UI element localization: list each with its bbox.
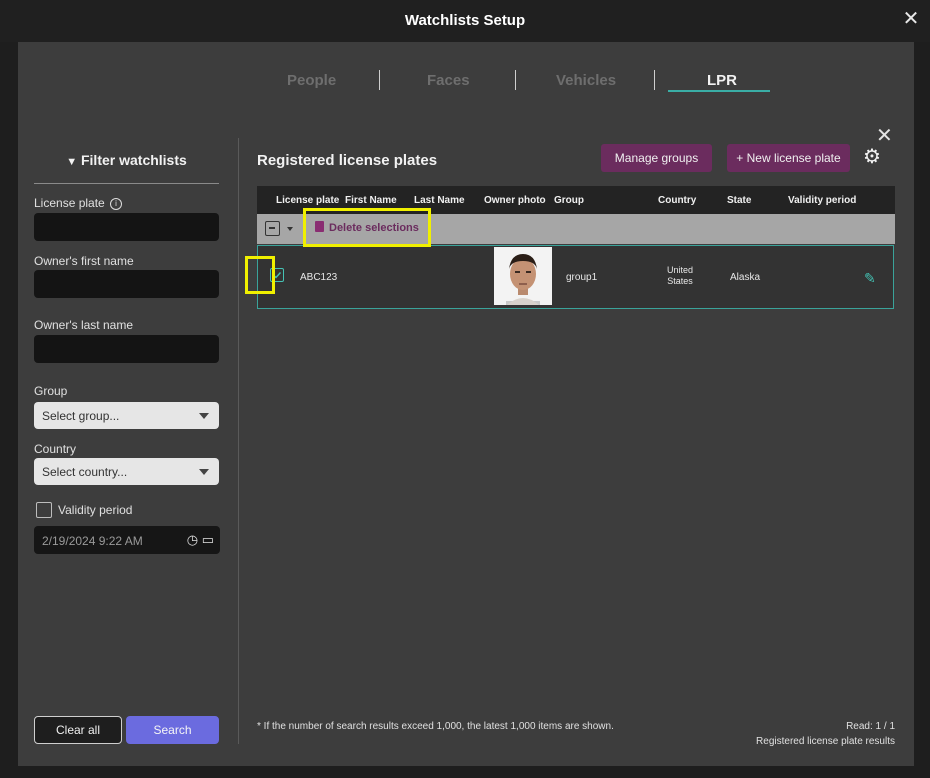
page-title: Registered license plates	[257, 152, 438, 169]
sidebar-divider	[238, 138, 239, 744]
group-select[interactable]: Select group...	[34, 402, 219, 429]
column-state[interactable]: State	[727, 195, 751, 206]
license-plate-label-text: License plate	[34, 196, 105, 210]
column-first-name[interactable]: First Name	[345, 195, 397, 206]
country-label: Country	[34, 442, 77, 456]
active-tab-indicator	[668, 90, 770, 92]
filter-divider	[34, 183, 219, 184]
column-group[interactable]: Group	[554, 195, 584, 206]
results-footnote: * If the number of search results exceed…	[257, 721, 614, 732]
select-all-checkbox[interactable]	[265, 221, 280, 236]
clear-all-button[interactable]: Clear all	[34, 716, 122, 744]
license-plate-label: License plate i	[34, 196, 123, 210]
watchlists-dialog: People Faces Vehicles LPR ✕ ▼ Filter wat…	[18, 42, 914, 766]
country-select-value: Select country...	[42, 465, 128, 479]
new-license-plate-button[interactable]: + New license plate	[727, 144, 850, 172]
read-count: Read: 1 / 1	[846, 721, 895, 732]
tab-faces[interactable]: Faces	[427, 72, 470, 89]
license-plate-input[interactable]	[34, 213, 219, 241]
cell-country-line2: States	[667, 276, 693, 286]
calendar-icon[interactable]: ▭	[202, 532, 214, 547]
panel-close-icon[interactable]: ✕	[876, 126, 893, 146]
window-title: Watchlists Setup	[404, 12, 526, 29]
column-validity-period[interactable]: Validity period	[788, 195, 856, 206]
datetime-value: 2/19/2024 9:22 AM	[42, 534, 143, 548]
filter-icon: ▼	[66, 156, 78, 168]
cell-country-line1: United	[666, 265, 693, 275]
tab-divider	[379, 70, 380, 90]
manage-groups-button[interactable]: Manage groups	[601, 144, 712, 172]
window-titlebar: Watchlists Setup ✕	[0, 0, 930, 42]
tab-divider	[515, 70, 516, 90]
tab-bar: People Faces Vehicles LPR	[18, 70, 914, 96]
cell-license-plate: ABC123	[300, 272, 338, 283]
tab-people[interactable]: People	[287, 72, 336, 89]
chevron-down-icon[interactable]	[287, 227, 293, 231]
cell-group: group1	[566, 272, 598, 283]
owner-photo	[494, 247, 552, 305]
column-owner-photo[interactable]: Owner photo	[484, 195, 546, 206]
cell-state: Alaska	[730, 272, 761, 283]
table-row[interactable]: ABC123 group1 United States Alaska ✎	[257, 245, 894, 309]
tab-lpr[interactable]: LPR	[707, 72, 737, 89]
clock-icon[interactable]: ◷	[187, 532, 198, 547]
filter-heading: ▼ Filter watchlists	[34, 152, 219, 168]
group-select-value: Select group...	[42, 409, 120, 423]
search-button[interactable]: Search	[126, 716, 219, 744]
checkbox-highlight	[245, 256, 275, 294]
cell-country: United States	[665, 265, 695, 287]
column-country[interactable]: Country	[658, 195, 696, 206]
last-name-input[interactable]	[34, 335, 219, 363]
delete-selections-highlight	[303, 208, 431, 247]
edit-icon[interactable]: ✎	[864, 270, 876, 287]
info-icon: i	[110, 198, 123, 210]
country-select[interactable]: Select country...	[34, 458, 219, 485]
datetime-input[interactable]: 2/19/2024 9:22 AM ◷ ▭	[34, 526, 220, 554]
chevron-down-icon	[199, 469, 209, 475]
tab-divider	[654, 70, 655, 90]
first-name-label: Owner's first name	[34, 254, 134, 268]
chevron-down-icon	[199, 413, 209, 419]
last-name-label: Owner's last name	[34, 318, 133, 332]
gear-icon[interactable]: ⚙	[861, 146, 883, 168]
validity-period-checkbox[interactable]	[36, 502, 52, 518]
column-license-plate[interactable]: License plate	[276, 195, 339, 206]
results-label: Registered license plate results	[756, 736, 895, 747]
validity-period-label: Validity period	[58, 503, 133, 517]
owner-photo-image	[494, 247, 552, 305]
first-name-input[interactable]	[34, 270, 219, 298]
group-label: Group	[34, 384, 68, 398]
close-icon[interactable]: ✕	[900, 8, 922, 30]
column-last-name[interactable]: Last Name	[414, 195, 465, 206]
filter-sidebar: ▼ Filter watchlists License plate i Owne…	[18, 132, 238, 766]
tab-vehicles[interactable]: Vehicles	[556, 72, 616, 89]
filter-heading-text: Filter watchlists	[80, 152, 187, 168]
